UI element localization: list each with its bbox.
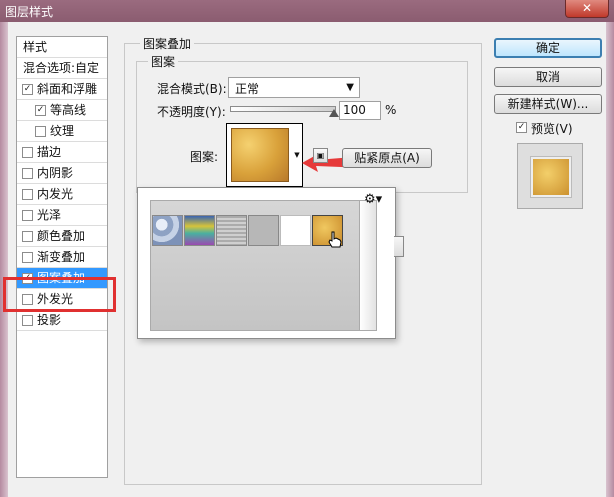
style-checkbox[interactable] xyxy=(22,189,33,200)
window-title: 图层样式 xyxy=(5,5,54,19)
style-item-2[interactable]: 纹理 xyxy=(17,121,107,142)
chevron-down-icon: ▼ xyxy=(346,82,354,93)
group-title: 图案叠加 xyxy=(140,35,195,52)
pattern-picker-popup: ⚙▾ xyxy=(137,187,396,339)
new-preset-icon[interactable]: ▣ xyxy=(313,148,328,163)
preview-swatch xyxy=(531,157,571,197)
pattern-scrollbar[interactable] xyxy=(359,200,377,331)
pattern-tile-gray[interactable] xyxy=(248,215,279,246)
style-checkbox[interactable] xyxy=(22,252,33,263)
style-item-label: 内阴影 xyxy=(37,166,74,180)
cancel-button[interactable]: 取消 xyxy=(494,67,602,87)
style-item-label: 光泽 xyxy=(37,208,62,222)
style-preview xyxy=(517,143,583,209)
pattern-swatch[interactable] xyxy=(226,123,294,187)
style-item-3[interactable]: 描边 xyxy=(17,142,107,163)
title-bar: 图层样式 ✕ xyxy=(0,0,614,22)
style-item-label: 斜面和浮雕 xyxy=(37,82,98,96)
style-checkbox[interactable] xyxy=(22,147,33,158)
pattern-label: 图案: xyxy=(190,150,219,164)
style-item-1[interactable]: ✓ 等高线 xyxy=(17,100,107,121)
pattern-tile-stripes[interactable] xyxy=(216,215,247,246)
ok-button[interactable]: 确定 xyxy=(494,38,602,58)
highlight-box xyxy=(3,277,116,312)
hidden-button-edge xyxy=(394,236,404,257)
gear-icon[interactable]: ⚙▾ xyxy=(364,192,382,207)
window-frame-right xyxy=(606,22,614,497)
pattern-tile-tie-dye[interactable] xyxy=(184,215,215,246)
style-item-label: 内发光 xyxy=(37,187,74,201)
style-item-label: 描边 xyxy=(37,145,62,159)
subgroup-title: 图案 xyxy=(148,53,179,70)
styles-list: 样式 混合选项:自定 ✓ 斜面和浮雕 ✓ 等高线纹理描边内阴影内发光光泽颜色叠加渐变叠… xyxy=(16,36,108,478)
style-item-4[interactable]: 内阴影 xyxy=(17,163,107,184)
close-button[interactable]: ✕ xyxy=(565,0,609,18)
style-item-6[interactable]: 光泽 xyxy=(17,205,107,226)
style-item-11[interactable]: 投影 xyxy=(17,310,107,331)
new-style-button[interactable]: 新建样式(W)... xyxy=(494,94,602,114)
style-item-label: 投影 xyxy=(37,313,62,327)
style-checkbox[interactable] xyxy=(22,231,33,242)
style-checkbox[interactable]: ✓ xyxy=(35,105,46,116)
blend-mode-value: 正常 xyxy=(235,82,260,96)
style-item-label: 渐变叠加 xyxy=(37,250,86,264)
styles-header[interactable]: 样式 xyxy=(17,37,107,58)
gold-pattern-thumbnail xyxy=(231,128,289,182)
opacity-slider-thumb[interactable] xyxy=(329,109,339,117)
styles-header-label: 样式 xyxy=(23,40,48,54)
preview-label: 预览(V) xyxy=(531,122,573,136)
blend-mode-select[interactable]: 正常 ▼ xyxy=(228,77,360,98)
opacity-label: 不透明度(Y): xyxy=(157,105,226,119)
style-checkbox[interactable] xyxy=(22,315,33,326)
pattern-grid xyxy=(150,200,360,331)
style-item-label: 颜色叠加 xyxy=(37,229,86,243)
window-frame-left xyxy=(0,22,8,497)
blend-mode-label: 混合模式(B): xyxy=(157,82,227,96)
opacity-input[interactable]: 100 xyxy=(339,101,381,120)
preview-checkbox[interactable]: ✓ xyxy=(516,122,527,133)
style-item-label: 纹理 xyxy=(50,124,75,138)
style-checkbox[interactable] xyxy=(35,126,46,137)
style-item-0[interactable]: ✓ 斜面和浮雕 xyxy=(17,79,107,100)
style-item-label: 等高线 xyxy=(50,103,87,117)
blend-options-label: 混合选项:自定 xyxy=(23,61,100,75)
style-item-8[interactable]: 渐变叠加 xyxy=(17,247,107,268)
style-item-5[interactable]: 内发光 xyxy=(17,184,107,205)
snap-to-origin-button[interactable]: 贴紧原点(A) xyxy=(342,148,432,168)
style-checkbox[interactable]: ✓ xyxy=(22,84,33,95)
opacity-slider[interactable] xyxy=(230,106,336,112)
hand-cursor-icon xyxy=(328,231,342,248)
style-item-7[interactable]: 颜色叠加 xyxy=(17,226,107,247)
style-checkbox[interactable] xyxy=(22,210,33,221)
pattern-tile-white[interactable] xyxy=(280,215,311,246)
opacity-unit: % xyxy=(385,103,397,117)
pattern-tile-bubbles[interactable] xyxy=(152,215,183,246)
blend-options-item[interactable]: 混合选项:自定 xyxy=(17,58,107,79)
style-checkbox[interactable] xyxy=(22,168,33,179)
